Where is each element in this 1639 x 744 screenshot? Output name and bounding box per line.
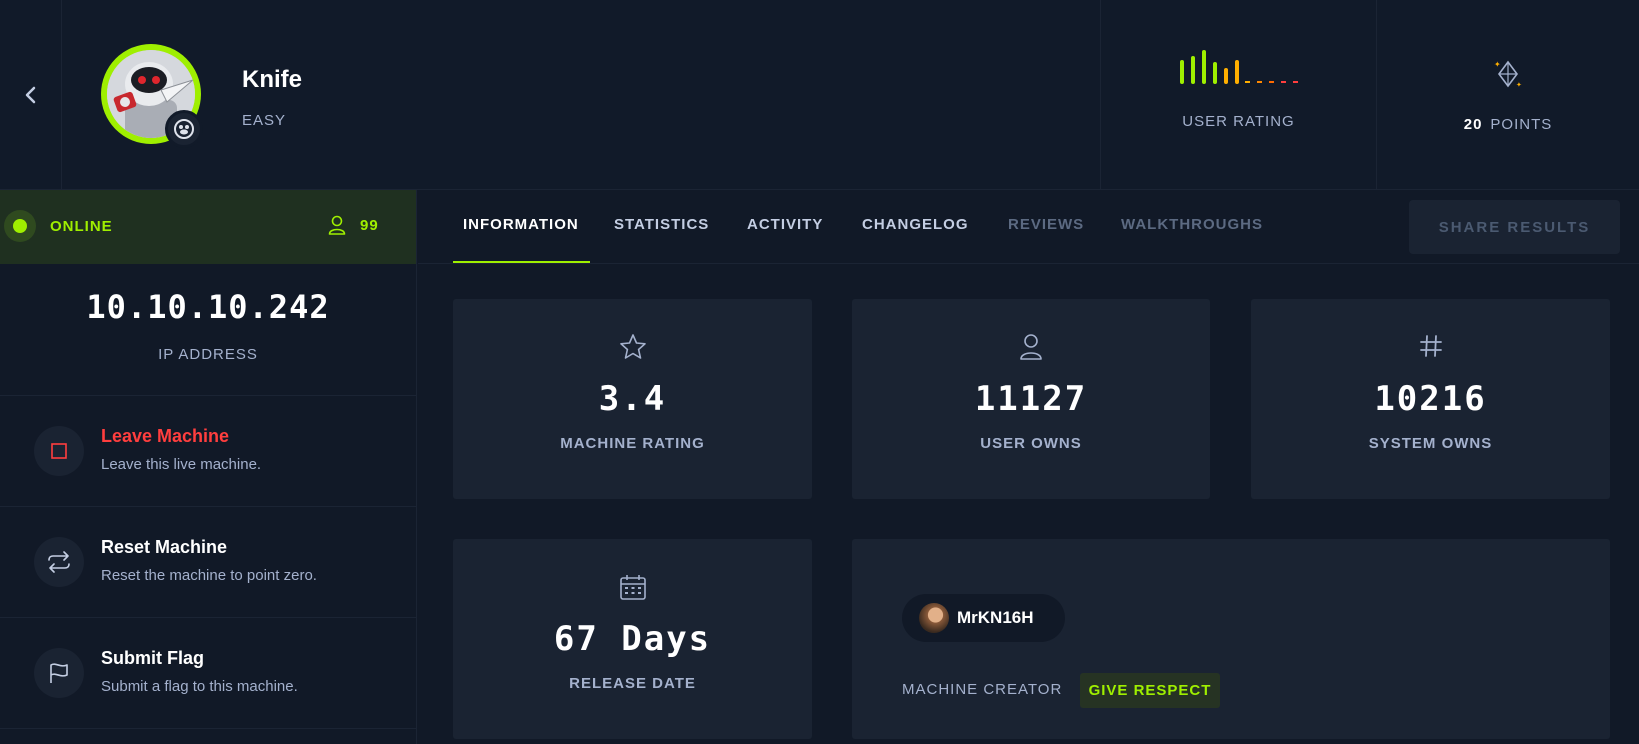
release-date-card: 67 Days RELEASE DATE — [453, 539, 812, 739]
points-value: 20 — [1463, 116, 1483, 133]
stop-square-icon — [51, 443, 67, 459]
tab-information[interactable]: INFORMATION — [453, 190, 590, 263]
user-owns-label: USER OWNS — [980, 435, 1082, 452]
os-badge — [165, 110, 203, 148]
action-icon-circle — [34, 426, 84, 476]
user-owns-card: 11127 USER OWNS — [852, 299, 1210, 499]
ip-address-value[interactable]: 10.10.10.242 — [0, 288, 416, 326]
action-icon-circle — [34, 648, 84, 698]
svg-text:✦: ✦ — [1516, 81, 1522, 89]
user-owns-value: 11127 — [974, 379, 1088, 419]
creator-name: MrKN16H — [957, 608, 1034, 627]
system-owns-value: 10216 — [1374, 379, 1487, 419]
machine-header: Knife EASY USER RATING ✦ ✦ 20 POINTS — [0, 0, 1639, 190]
submit-flag-title: Submit Flag — [101, 648, 204, 668]
release-date-value: 67 Days — [553, 619, 712, 659]
card-icon — [852, 333, 1210, 361]
star-icon — [619, 334, 646, 359]
machine-rating-card: 3.4 MACHINE RATING — [453, 299, 812, 499]
hash-icon — [1419, 335, 1442, 357]
calendar-icon — [619, 575, 646, 600]
points-cell: ✦ ✦ 20 POINTS — [1377, 0, 1639, 190]
status-bar: ONLINE 99 — [0, 190, 416, 264]
online-indicator — [4, 210, 36, 242]
leave-machine-description: Leave this live machine. — [101, 456, 262, 473]
system-owns-label: SYSTEM OWNS — [1368, 435, 1493, 452]
creator-chip[interactable]: MrKN16H — [902, 594, 1065, 642]
user-icon — [1020, 334, 1042, 360]
submit-flag-action[interactable]: Submit Flag Submit a flag to this machin… — [0, 618, 416, 729]
flag-icon — [50, 663, 68, 683]
linux-penguin-icon — [174, 119, 194, 139]
back-button[interactable] — [0, 0, 62, 190]
ip-address-block[interactable]: 10.10.10.242 IP ADDRESS — [0, 264, 416, 396]
release-date-label: RELEASE DATE — [569, 675, 696, 692]
submit-flag-description: Submit a flag to this machine. — [101, 678, 298, 695]
reset-arrows-icon — [48, 551, 70, 573]
machine-name: Knife — [242, 66, 302, 93]
reset-machine-title: Reset Machine — [101, 537, 228, 557]
creator-avatar — [919, 603, 949, 633]
machine-difficulty: EASY — [242, 112, 287, 129]
machine-creator-card: MrKN16H MACHINE CREATOR GIVE RESPECT — [852, 539, 1610, 739]
status-text: ONLINE — [50, 218, 113, 235]
card-icon — [453, 333, 812, 361]
svg-text:✦: ✦ — [1494, 60, 1501, 69]
machine-rating-label: MACHINE RATING — [560, 435, 705, 452]
give-respect-button[interactable]: GIVE RESPECT — [1080, 673, 1220, 708]
rating-bars — [1180, 50, 1298, 84]
tab-changelog[interactable]: CHANGELOG — [862, 190, 969, 262]
card-icon — [453, 573, 812, 601]
machine-sidebar: ONLINE 99 10.10.10.242 IP ADDRESS Leave … — [0, 190, 417, 744]
reset-machine-description: Reset the machine to point zero. — [101, 567, 317, 584]
creator-label: MACHINE CREATOR — [902, 681, 1063, 698]
points-label: POINTS — [1490, 116, 1553, 133]
player-count-value: 99 — [360, 216, 379, 234]
reset-machine-action[interactable]: Reset Machine Reset the machine to point… — [0, 507, 416, 618]
chevron-left-icon — [25, 86, 35, 104]
points-line: 20 POINTS — [1377, 116, 1639, 133]
user-rating-label: USER RATING — [1182, 113, 1295, 130]
user-rating-cell: USER RATING — [1100, 0, 1377, 190]
share-results-button[interactable]: SHARE RESULTS — [1409, 200, 1620, 254]
card-icon — [1251, 333, 1610, 359]
diamond-icon: ✦ ✦ — [1494, 60, 1522, 89]
leave-machine-title: Leave Machine — [101, 426, 230, 446]
tab-reviews[interactable]: REVIEWS — [1008, 190, 1084, 262]
user-icon — [328, 215, 346, 235]
ip-address-label: IP ADDRESS — [158, 346, 258, 363]
machine-rating-value: 3.4 — [598, 379, 667, 419]
action-icon-circle — [34, 537, 84, 587]
tab-walkthroughs[interactable]: WALKTHROUGHS — [1121, 190, 1263, 262]
player-count: 99 — [328, 215, 379, 235]
leave-machine-action[interactable]: Leave Machine Leave this live machine. — [0, 396, 416, 507]
status-dot — [13, 219, 27, 233]
tab-activity[interactable]: ACTIVITY — [747, 190, 823, 262]
app: Knife EASY USER RATING ✦ ✦ 20 POINTS ONL… — [0, 0, 1639, 744]
system-owns-card: 10216 SYSTEM OWNS — [1251, 299, 1610, 499]
machine-avatar — [101, 44, 205, 148]
tab-statistics[interactable]: STATISTICS — [614, 190, 709, 262]
